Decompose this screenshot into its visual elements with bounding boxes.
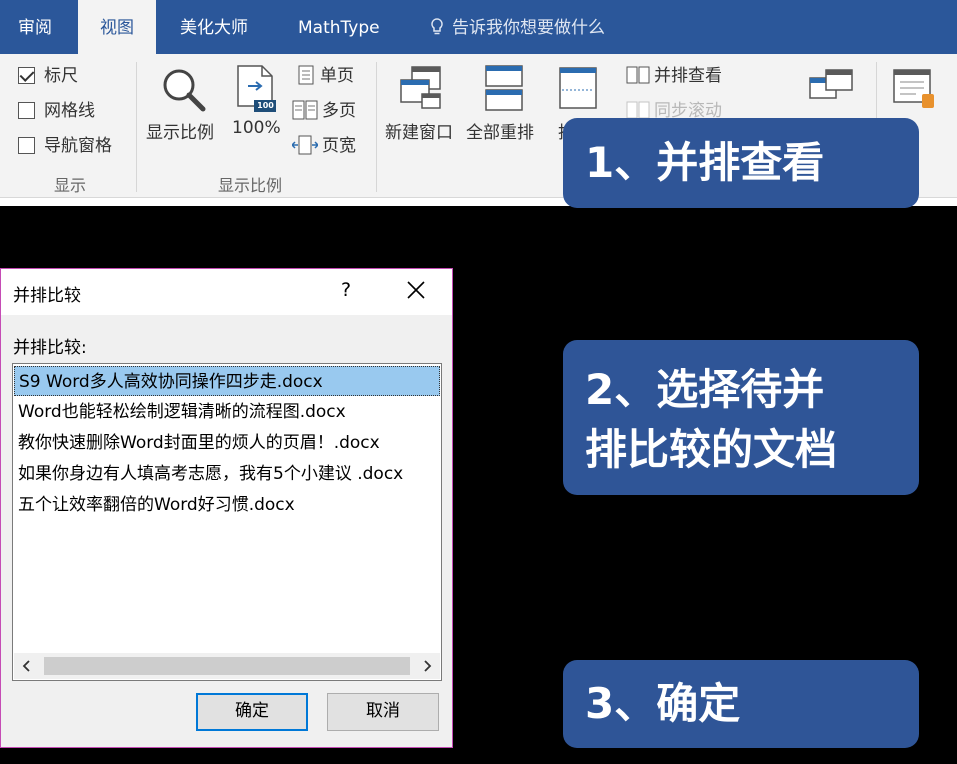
tab-view[interactable]: 视图 [78,0,156,54]
ok-button[interactable]: 确定 [196,693,308,731]
checkbox-checked-icon [18,67,35,84]
callout-step-2: 2、选择待并 排比较的文档 [563,340,919,495]
list-item[interactable]: Word也能轻松绘制逻辑清晰的流程图.docx [14,397,440,427]
gridlines-checkbox[interactable]: 网格线 [18,99,95,123]
new-window-icon[interactable] [398,64,444,112]
checkbox-icon [18,102,35,119]
ruler-checkbox[interactable]: 标尺 [18,64,78,88]
group-label-show: 显示 [54,176,87,195]
cancel-button[interactable]: 取消 [327,693,439,731]
dialog-title: 并排比较 [13,286,81,306]
ruler-label: 标尺 [44,66,78,86]
compare-side-by-side-dialog: 并排比较 ? 并排比较: S9 Word多人高效协同操作四步走.docx Wor… [0,268,453,748]
callout-step-2-line-2: 排比较的文档 [585,425,838,474]
list-item[interactable]: S9 Word多人高效协同操作四步走.docx [14,366,440,396]
tab-mathtype[interactable]: MathType [298,0,380,54]
horizontal-scrollbar[interactable] [14,653,440,679]
new-window-button[interactable]: 新建窗口 [385,118,453,143]
callout-step-2-line-1: 2、选择待并 [585,365,825,414]
tab-review[interactable]: 审阅 [18,0,52,54]
switch-windows-icon[interactable] [808,68,854,108]
list-item[interactable]: 如果你身边有人填高考志愿，我有5个小建议 .docx [14,459,440,489]
view-side-by-side-button[interactable]: 并排查看 [626,64,722,88]
hundred-badge: 100 [257,101,274,110]
list-item[interactable]: 教你快速删除Word封面里的烦人的页眉！.docx [14,428,440,458]
macros-icon[interactable] [892,68,938,112]
checkbox-icon [18,137,35,154]
page-width-icon [290,135,320,155]
dialog-title-bar[interactable]: 并排比较 ? [1,269,452,315]
one-page-icon [298,65,314,85]
close-icon[interactable] [403,277,429,303]
one-page-label: 单页 [320,66,354,86]
navigation-pane-checkbox[interactable]: 导航窗格 [18,134,112,158]
sync-scroll-icon [626,101,650,119]
help-button[interactable]: ? [341,279,351,301]
document-listbox[interactable]: S9 Word多人高效协同操作四步走.docx Word也能轻松绘制逻辑清晰的流… [12,363,442,681]
group-separator [136,62,137,192]
side-by-side-icon [626,66,650,84]
multi-page-icon [292,100,318,120]
split-icon[interactable] [558,66,598,112]
tab-beautify-master[interactable]: 美化大师 [180,0,248,54]
lightbulb-icon [431,18,443,35]
scroll-right-icon[interactable] [414,653,440,679]
hundred-percent-button[interactable]: 100% [232,118,281,138]
one-page-button[interactable]: 单页 [296,64,354,88]
ribbon-tab-bar: 审阅 视图 美化大师 MathType 告诉我你想要做什么 [0,0,957,54]
list-item[interactable]: 五个让效率翻倍的Word好习惯.docx [14,490,440,520]
magnifier-icon[interactable] [160,66,206,112]
page-width-button[interactable]: 页宽 [290,134,356,158]
tell-me-text: 告诉我你想要做什么 [452,18,605,38]
tell-me-search[interactable]: 告诉我你想要做什么 [430,0,605,54]
scrollbar-thumb[interactable] [44,657,410,675]
side-by-side-label: 并排查看 [654,66,722,86]
dialog-prompt: 并排比较: [13,338,87,358]
multi-page-button[interactable]: 多页 [292,99,356,123]
gridlines-label: 网格线 [44,101,95,121]
page-width-label: 页宽 [322,136,356,156]
zoom-button[interactable]: 显示比例 [146,118,214,143]
group-label-zoom: 显示比例 [218,176,283,195]
multi-page-label: 多页 [322,101,356,121]
arrange-all-icon[interactable] [484,64,524,112]
scroll-left-icon[interactable] [14,653,40,679]
arrange-all-button[interactable]: 全部重排 [466,118,534,143]
navigation-pane-label: 导航窗格 [44,136,112,156]
callout-step-1: 1、并排查看 [563,118,919,208]
callout-step-3: 3、确定 [563,660,919,748]
group-separator [376,62,377,192]
